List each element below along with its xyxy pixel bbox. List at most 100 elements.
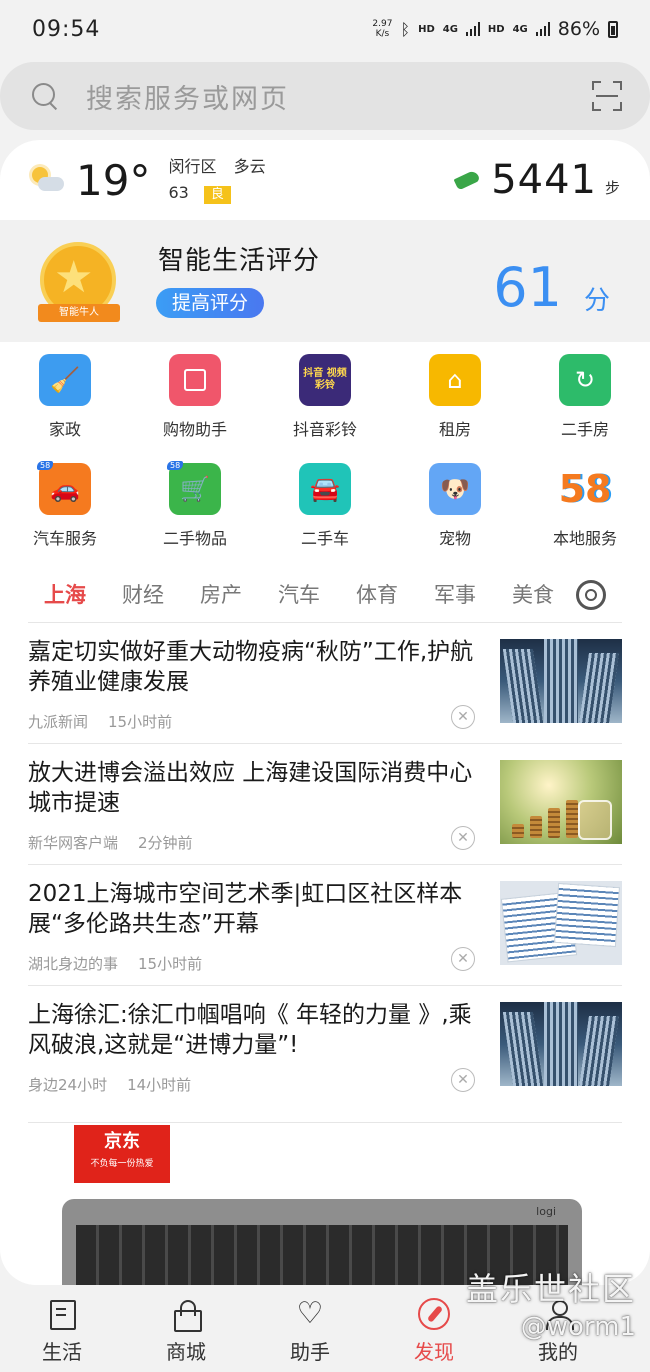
weather-steps-row[interactable]: 19° 闵行区 多云 63 良 5441 步 <box>0 140 650 220</box>
temperature: 19° <box>76 155 151 205</box>
medal-icon: ★ 智能牛人 <box>38 242 120 324</box>
service-local[interactable]: 58 本地服务 <box>520 463 650 572</box>
tab-finance[interactable]: 财经 <box>122 579 164 609</box>
search-input[interactable]: 搜索服务或网页 <box>86 77 289 116</box>
channel-tabs: 上海 财经 房产 汽车 体育 军事 美食 <box>0 566 650 622</box>
service-housekeeping[interactable]: 🧹 家政 <box>0 354 130 463</box>
score-unit: 分 <box>583 286 610 316</box>
partly-cloudy-icon <box>30 165 66 195</box>
shopping-bag-icon <box>169 354 221 406</box>
tab-auto[interactable]: 汽车 <box>278 579 320 609</box>
car-service-icon: 58 🚗 <box>37 461 91 515</box>
battery-level: 86% <box>557 18 600 40</box>
aqi-badge: 良 <box>203 186 231 204</box>
signal-icon-2 <box>535 22 550 36</box>
news-meta: 九派新闻 15小时前 <box>28 711 172 732</box>
tab-military[interactable]: 军事 <box>434 579 476 609</box>
service-second-hand-house[interactable]: ↻ 二手房 <box>520 354 650 463</box>
news-title[interactable]: 2021上海城市空间艺术季|虹口区社区样本展“多伦路共生态”开幕 <box>28 879 478 939</box>
news-time: 15小时前 <box>138 955 203 973</box>
service-grid: 🧹 家政 购物助手 抖音 视频彩铃 抖音彩铃 ⌂ 租房 ↻ 二手房 58 🚗 汽… <box>0 354 650 572</box>
list-item[interactable]: 放大进博会溢出效应 上海建设国际消费中心城市提速 新华网客户端 2分钟前 ✕ <box>28 743 622 864</box>
news-thumbnail[interactable] <box>500 881 622 965</box>
service-second-hand-car[interactable]: 🚘 二手车 <box>260 463 390 572</box>
service-pet[interactable]: 🐶 宠物 <box>390 463 520 572</box>
district: 闵行区 <box>168 157 217 176</box>
service-rent[interactable]: ⌂ 租房 <box>390 354 520 463</box>
weather-details: 闵行区 多云 63 良 <box>168 154 266 206</box>
service-douyin-ringtone[interactable]: 抖音 视频彩铃 抖音彩铃 <box>260 354 390 463</box>
close-icon[interactable]: ✕ <box>451 1068 475 1092</box>
scan-icon[interactable] <box>592 81 622 111</box>
broom-icon: 🧹 <box>39 354 91 406</box>
smart-life-score[interactable]: ★ 智能牛人 智能生活评分 提高评分 61 分 <box>0 220 650 342</box>
mall-icon <box>170 1298 202 1332</box>
news-meta: 身边24小时 14小时前 <box>28 1074 191 1095</box>
service-second-hand-goods[interactable]: 58 🛒 二手物品 <box>130 461 260 572</box>
steps-value: 5441 <box>491 157 597 203</box>
service-shopping-assistant[interactable]: 购物助手 <box>130 354 260 463</box>
service-car[interactable]: 58 🚗 汽车服务 <box>0 461 130 572</box>
score-value: 61 <box>493 256 562 319</box>
close-icon[interactable]: ✕ <box>451 705 475 729</box>
list-item[interactable]: 2021上海城市空间艺术季|虹口区社区样本展“多伦路共生态”开幕 湖北身边的事 1… <box>28 864 622 985</box>
main-card: 19° 闵行区 多云 63 良 5441 步 ★ 智能牛人 智能生活评分 提高评… <box>0 140 650 1285</box>
news-source: 湖北身边的事 <box>28 955 119 973</box>
news-thumbnail[interactable] <box>500 760 622 844</box>
shoe-icon <box>453 170 483 190</box>
news-thumbnail[interactable] <box>500 639 622 723</box>
second-hand-house-icon: ↻ <box>559 354 611 406</box>
nav-assistant[interactable]: ♡ 助手 <box>248 1290 372 1372</box>
close-icon[interactable]: ✕ <box>451 826 475 850</box>
shopping-cart-icon: 58 🛒 <box>167 461 221 515</box>
hd-label-2: HD <box>487 23 505 35</box>
service-row-2: 58 🚗 汽车服务 58 🛒 二手物品 🚘 二手车 🐶 宠物 58 本地服务 <box>0 461 650 572</box>
improve-score-button[interactable]: 提高评分 <box>156 288 265 318</box>
aqi-value: 63 <box>168 183 189 202</box>
car-icon: 🚘 <box>299 463 351 515</box>
network-type: 4G <box>442 23 458 35</box>
network-type-2: 4G <box>512 23 528 35</box>
news-time: 15小时前 <box>108 713 173 731</box>
douyin-ringtone-icon: 抖音 视频彩铃 <box>299 354 351 406</box>
tab-sports[interactable]: 体育 <box>356 579 398 609</box>
tab-real-estate[interactable]: 房产 <box>200 579 242 609</box>
news-thumbnail[interactable] <box>500 1002 622 1086</box>
house-icon: ⌂ <box>429 354 481 406</box>
close-icon[interactable]: ✕ <box>451 947 475 971</box>
gear-icon[interactable] <box>576 580 606 610</box>
compass-icon <box>418 1298 450 1330</box>
status-indicators: 2.97 K/s ᛒ HD 4G HD 4G 86% <box>372 18 618 40</box>
58-logo-icon: 58 <box>559 463 611 515</box>
heart-icon: ♡ <box>296 1296 324 1331</box>
step-counter[interactable]: 5441 步 <box>453 157 620 203</box>
news-source: 九派新闻 <box>28 713 89 731</box>
tab-shanghai[interactable]: 上海 <box>44 579 86 609</box>
weather-condition: 多云 <box>233 157 266 176</box>
status-bar: 09:54 2.97 K/s ᛒ HD 4G HD 4G 86% <box>0 0 650 58</box>
news-time: 14小时前 <box>127 1076 192 1094</box>
list-item[interactable]: 嘉定切实做好重大动物疫病“秋防”工作,护航养殖业健康发展 九派新闻 15小时前 ✕ <box>28 622 622 743</box>
watermark: 盖乐世社区 @worm1 <box>465 1270 636 1342</box>
life-icon <box>46 1298 78 1330</box>
battery-icon <box>608 20 618 38</box>
news-time: 2分钟前 <box>138 834 193 852</box>
dog-icon: 🐶 <box>429 463 481 515</box>
search-bar[interactable]: 搜索服务或网页 <box>0 62 650 130</box>
news-title[interactable]: 嘉定切实做好重大动物疫病“秋防”工作,护航养殖业健康发展 <box>28 637 478 697</box>
score-title: 智能生活评分 <box>158 246 321 276</box>
nav-mall[interactable]: 商城 <box>124 1290 248 1372</box>
nav-life[interactable]: 生活 <box>0 1290 124 1372</box>
search-icon <box>30 81 60 111</box>
hd-label: HD <box>418 23 435 35</box>
signal-icon <box>465 22 480 36</box>
ad-banner[interactable]: 京东 不负每一份热爱 logi <box>28 1122 622 1285</box>
status-time: 09:54 <box>32 16 101 42</box>
news-title[interactable]: 上海徐汇:徐汇巾帼唱响《 年轻的力量 》,乘风破浪,这就是“进博力量”! <box>28 1000 478 1060</box>
news-list: 嘉定切实做好重大动物疫病“秋防”工作,护航养殖业健康发展 九派新闻 15小时前 ✕… <box>28 622 622 1106</box>
steps-unit: 步 <box>604 179 620 197</box>
tab-food[interactable]: 美食 <box>512 579 554 609</box>
news-title[interactable]: 放大进博会溢出效应 上海建设国际消费中心城市提速 <box>28 758 478 818</box>
news-source: 身边24小时 <box>28 1076 108 1094</box>
list-item[interactable]: 上海徐汇:徐汇巾帼唱响《 年轻的力量 》,乘风破浪,这就是“进博力量”! 身边2… <box>28 985 622 1106</box>
